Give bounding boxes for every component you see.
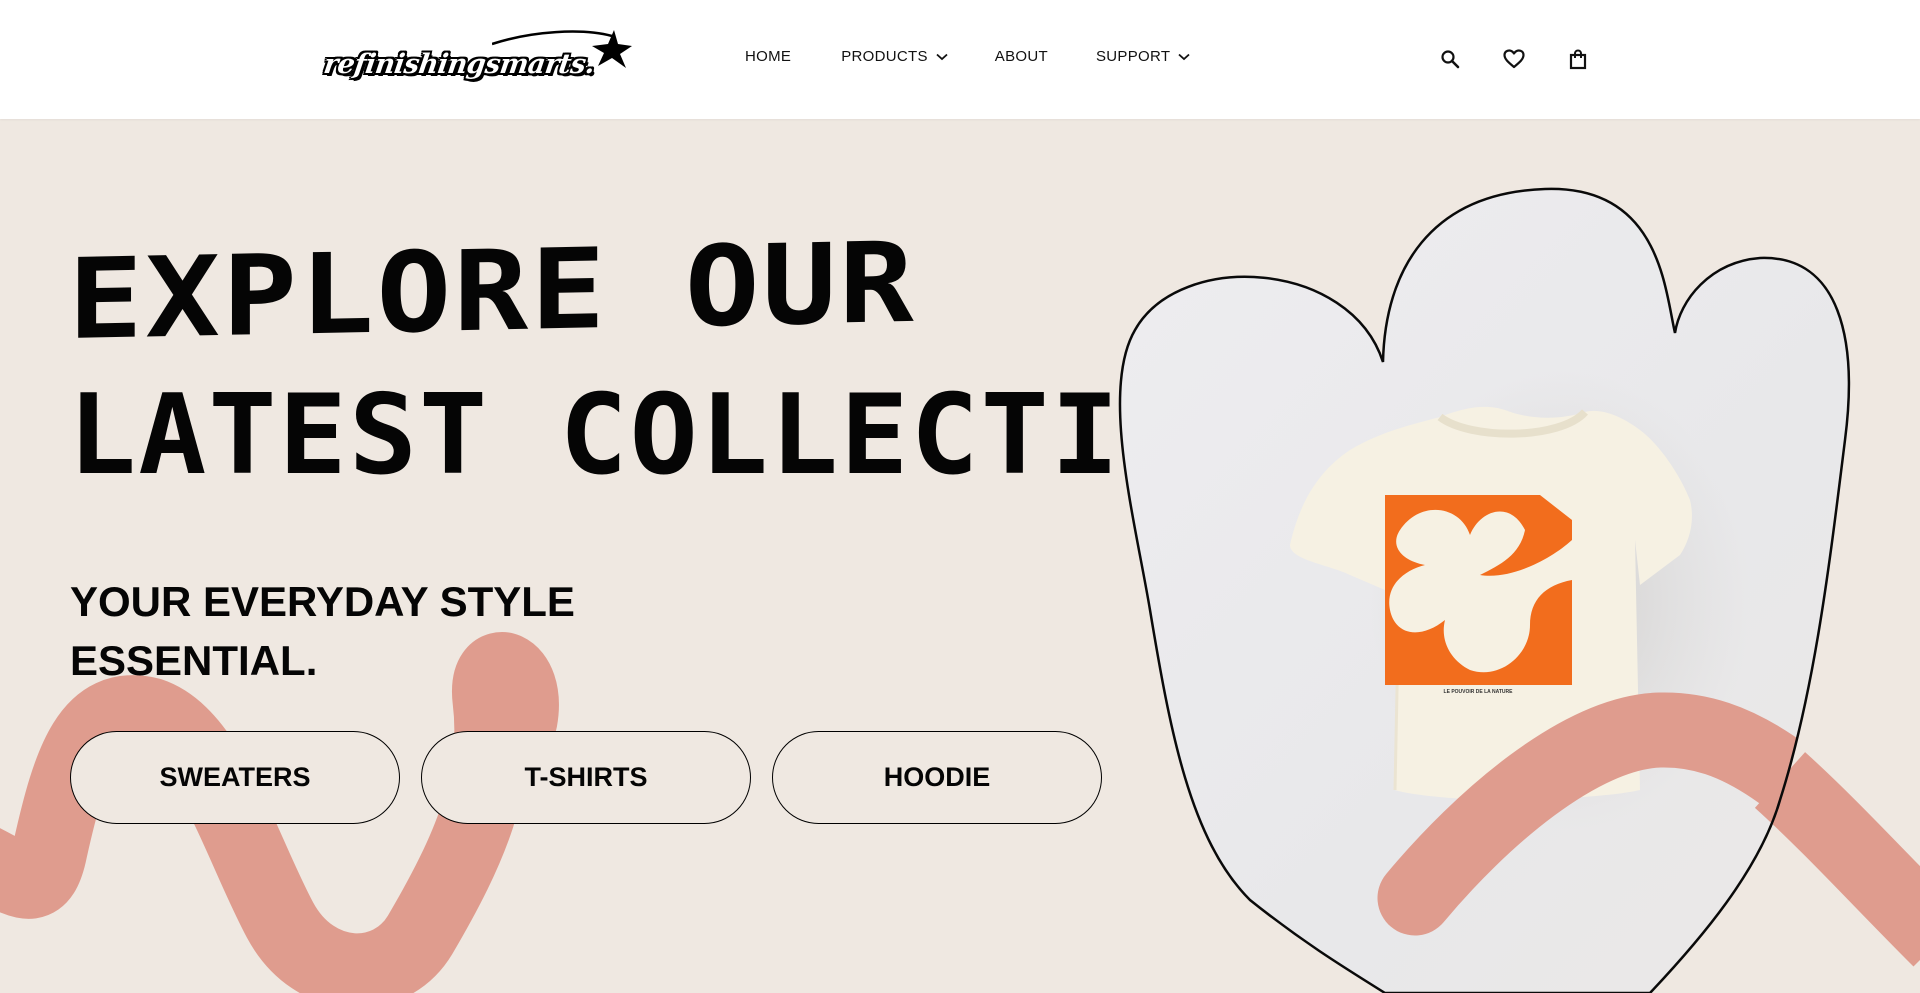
search-icon — [1441, 50, 1460, 69]
main-nav: HOME PRODUCTS ABOUT SUPPORT — [745, 48, 1190, 65]
category-button-label: SWEATERS — [159, 762, 311, 792]
search-button[interactable] — [1436, 47, 1464, 71]
nav-item-about[interactable]: ABOUT — [995, 48, 1048, 65]
header-actions — [1436, 47, 1592, 71]
wishlist-button[interactable] — [1500, 47, 1528, 71]
category-button-hoodie[interactable]: HOODIE — [772, 731, 1102, 824]
nav-item-support[interactable]: SUPPORT — [1096, 48, 1190, 65]
nav-item-label: SUPPORT — [1095, 48, 1171, 65]
hero-subtitle: YOUR EVERYDAY STYLE ESSENTIAL. — [70, 578, 575, 684]
logo-wordmark: refinishingsmarts. — [321, 49, 597, 80]
nav-item-label: HOME — [745, 48, 792, 65]
heart-icon — [1503, 49, 1525, 69]
product-frame: LE POUVOIR DE LA NATURE — [1118, 187, 1920, 993]
nav-item-label: PRODUCTS — [841, 48, 928, 65]
brand-logo[interactable]: refinishingsmarts. — [322, 26, 632, 86]
nav-item-label: ABOUT — [994, 48, 1048, 65]
category-button-label: T-SHIRTS — [524, 762, 648, 792]
nav-item-products[interactable]: PRODUCTS — [841, 48, 948, 65]
shopping-bag-icon — [1569, 48, 1587, 69]
chevron-down-icon — [1178, 53, 1190, 60]
category-button-sweaters[interactable]: SWEATERS — [70, 731, 400, 824]
cart-button[interactable] — [1564, 47, 1592, 71]
site-header: refinishingsmarts. HOME PRODUCTS ABOUT S… — [0, 0, 1920, 119]
category-button-label: HOODIE — [883, 762, 991, 792]
category-button-tshirts[interactable]: T-SHIRTS — [421, 731, 751, 824]
chevron-down-icon — [936, 53, 948, 60]
shirt-print-caption: LE POUVOIR DE LA NATURE — [1444, 689, 1514, 695]
nav-item-home[interactable]: HOME — [745, 48, 791, 65]
